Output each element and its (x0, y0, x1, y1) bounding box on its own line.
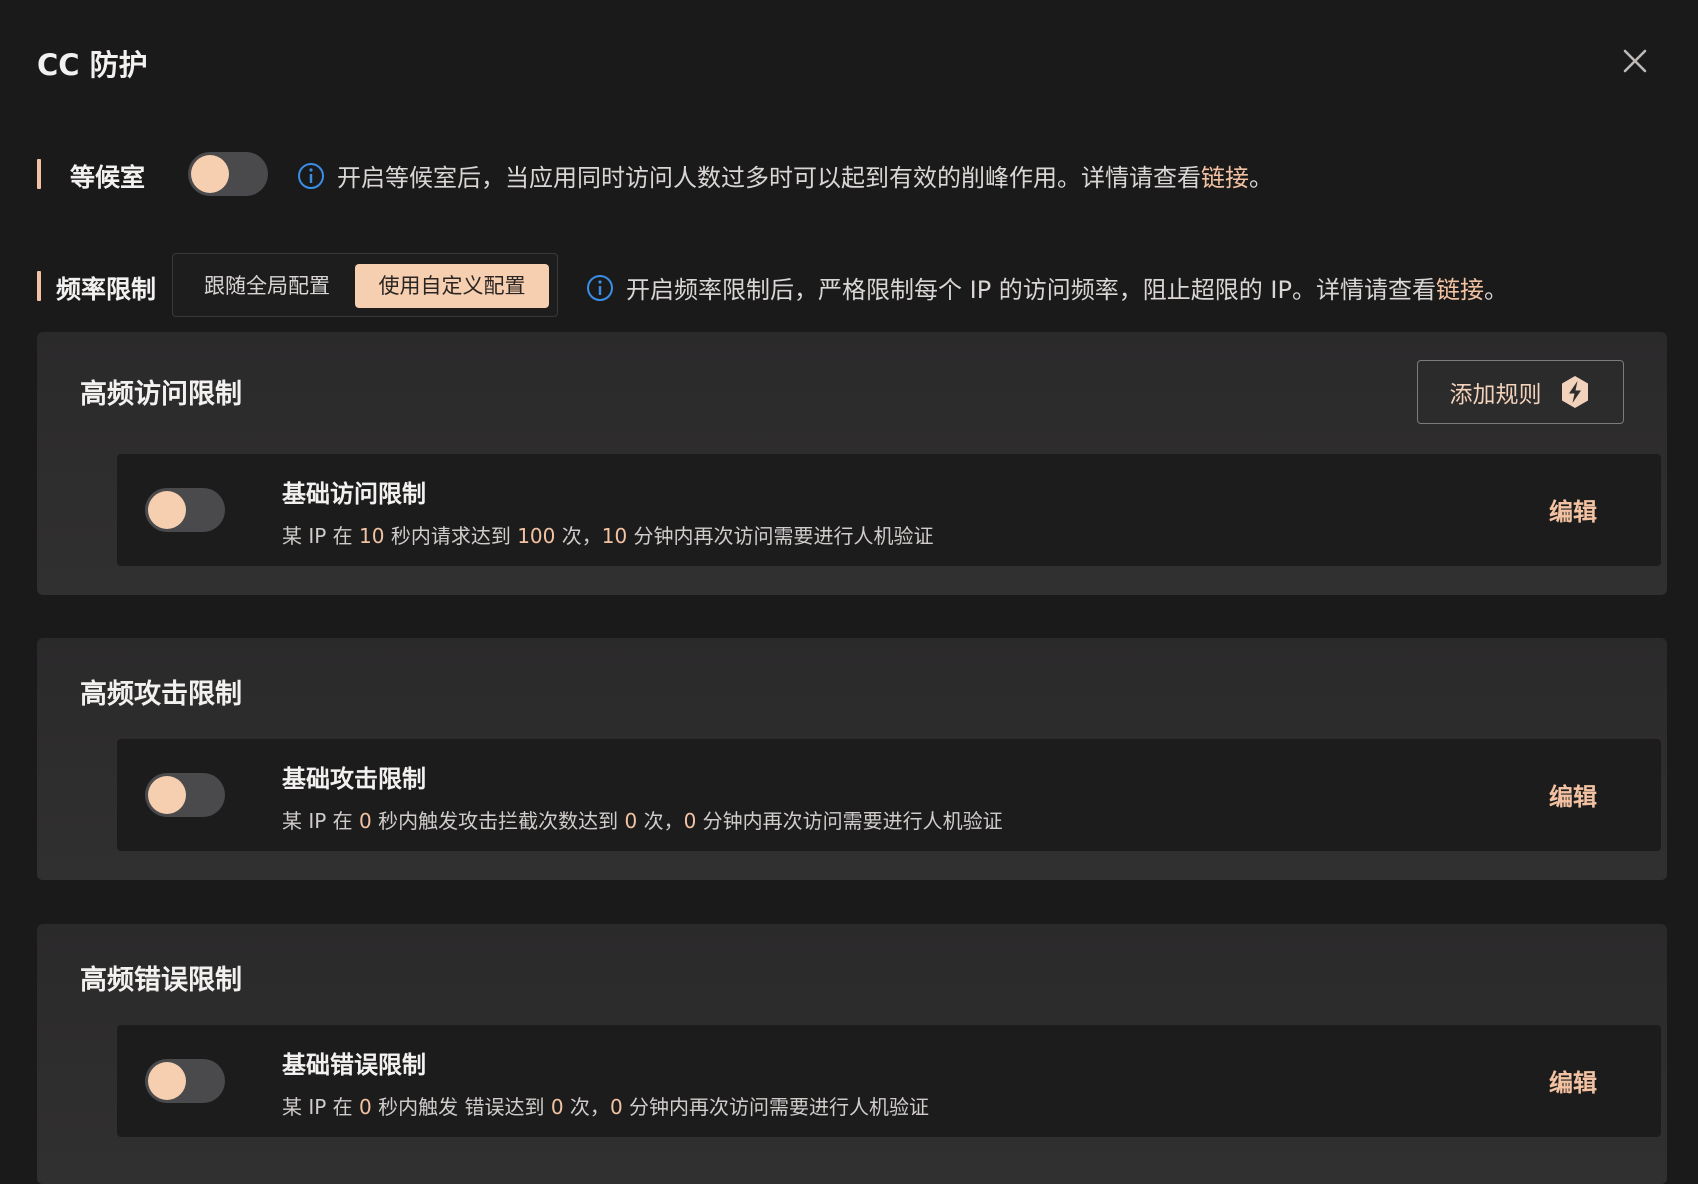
card-title: 高频攻击限制 (80, 679, 242, 710)
desc-text: 次， (637, 809, 684, 833)
desc-number: 100 (517, 524, 556, 548)
dialog-title: CC 防护 (37, 48, 148, 82)
toggle-knob (191, 155, 229, 193)
desc-text: 分钟内再次访问需要进行人机验证 (696, 809, 1003, 833)
edit-button[interactable]: 编辑 (1549, 1063, 1597, 1098)
desc-text: 某 IP 在 (282, 524, 360, 548)
info-icon (298, 162, 324, 189)
desc-number: 0 (550, 1095, 564, 1119)
desc-text: 次， (555, 524, 602, 548)
rate-limit-link[interactable]: 链接 (1436, 270, 1484, 305)
rule-item: 基础攻击限制 某 IP 在 0 秒内触发攻击拦截次数达到 0 次，0 分钟内再次… (117, 739, 1661, 851)
add-rule-button[interactable]: 添加规则 (1417, 360, 1624, 424)
edit-button[interactable]: 编辑 (1549, 492, 1597, 527)
tab-follow-global[interactable]: 跟随全局配置 (185, 264, 349, 308)
waiting-room-link[interactable]: 链接 (1201, 158, 1249, 193)
desc-text: 某 IP 在 (282, 1095, 360, 1119)
card-title: 高频访问限制 (80, 379, 242, 410)
rule-item: 基础错误限制 某 IP 在 0 秒内触发 错误达到 0 次，0 分钟内再次访问需… (117, 1025, 1661, 1137)
toggle-knob (148, 491, 186, 529)
rule-item: 基础访问限制 某 IP 在 10 秒内请求达到 100 次，10 分钟内再次访问… (117, 454, 1661, 566)
card-title: 高频错误限制 (80, 965, 242, 996)
desc-number: 0 (683, 809, 697, 833)
toggle-knob (148, 1062, 186, 1100)
desc-number: 10 (359, 524, 385, 548)
add-rule-label: 添加规则 (1449, 382, 1542, 408)
rule-description: 某 IP 在 0 秒内触发攻击拦截次数达到 0 次，0 分钟内再次访问需要进行人… (282, 805, 1003, 834)
desc-text: 次， (563, 1095, 610, 1119)
desc-text: 秒内触发 错误达到 (371, 1095, 551, 1119)
waiting-room-label: 等候室 (70, 163, 146, 192)
high-frequency-error-card: 高频错误限制 基础错误限制 某 IP 在 0 秒内触发 错误达到 0 次，0 分… (37, 924, 1667, 1184)
section-marker (37, 159, 41, 189)
toggle-knob (148, 776, 186, 814)
desc-text: 秒内触发攻击拦截次数达到 (371, 809, 625, 833)
rate-limit-info: 开启频率限制后，严格限制每个 IP 的访问频率，阻止超限的 IP。详情请查看 链接… (586, 270, 1508, 305)
desc-text: 某 IP 在 (282, 809, 360, 833)
desc-number: 0 (624, 809, 638, 833)
rule-name: 基础攻击限制 (282, 765, 426, 793)
rule-toggle[interactable] (145, 488, 225, 532)
desc-number: 0 (609, 1095, 623, 1119)
desc-text: 分钟内再次访问需要进行人机验证 (627, 524, 934, 548)
high-frequency-attack-card: 高频攻击限制 基础攻击限制 某 IP 在 0 秒内触发攻击拦截次数达到 0 次，… (37, 638, 1667, 880)
rate-limit-label: 频率限制 (56, 275, 157, 304)
desc-number: 0 (359, 1095, 372, 1119)
section-marker (37, 271, 41, 301)
close-icon (1623, 49, 1647, 73)
waiting-room-info: 开启等候室后，当应用同时访问人数过多时可以起到有效的削峰作用。详情请查看 链接。 (297, 158, 1273, 193)
rule-name: 基础访问限制 (282, 480, 426, 508)
rule-toggle[interactable] (145, 1059, 225, 1103)
config-mode-segmented: 跟随全局配置 使用自定义配置 (172, 253, 558, 317)
rule-toggle[interactable] (145, 773, 225, 817)
rule-description: 某 IP 在 10 秒内请求达到 100 次，10 分钟内再次访问需要进行人机验… (282, 520, 934, 549)
desc-text: 分钟内再次访问需要进行人机验证 (622, 1095, 930, 1119)
desc-number: 0 (359, 809, 372, 833)
waiting-room-info-text: 开启等候室后，当应用同时访问人数过多时可以起到有效的削峰作用。详情请查看 (337, 164, 1201, 192)
edit-button[interactable]: 编辑 (1549, 777, 1597, 812)
tab-custom-config[interactable]: 使用自定义配置 (355, 264, 549, 308)
waiting-room-toggle[interactable] (188, 152, 268, 196)
info-icon (587, 274, 613, 301)
desc-text: 秒内请求达到 (384, 524, 518, 548)
info-suffix: 。 (1484, 276, 1508, 304)
rate-limit-info-text: 开启频率限制后，严格限制每个 IP 的访问频率，阻止超限的 IP。详情请查看 (626, 276, 1436, 304)
rule-description: 某 IP 在 0 秒内触发 错误达到 0 次，0 分钟内再次访问需要进行人机验证 (282, 1091, 929, 1120)
desc-number: 10 (601, 524, 628, 548)
rule-name: 基础错误限制 (282, 1051, 426, 1079)
bolt-icon (1561, 376, 1588, 408)
close-button[interactable] (1618, 44, 1652, 78)
info-suffix: 。 (1249, 164, 1273, 192)
